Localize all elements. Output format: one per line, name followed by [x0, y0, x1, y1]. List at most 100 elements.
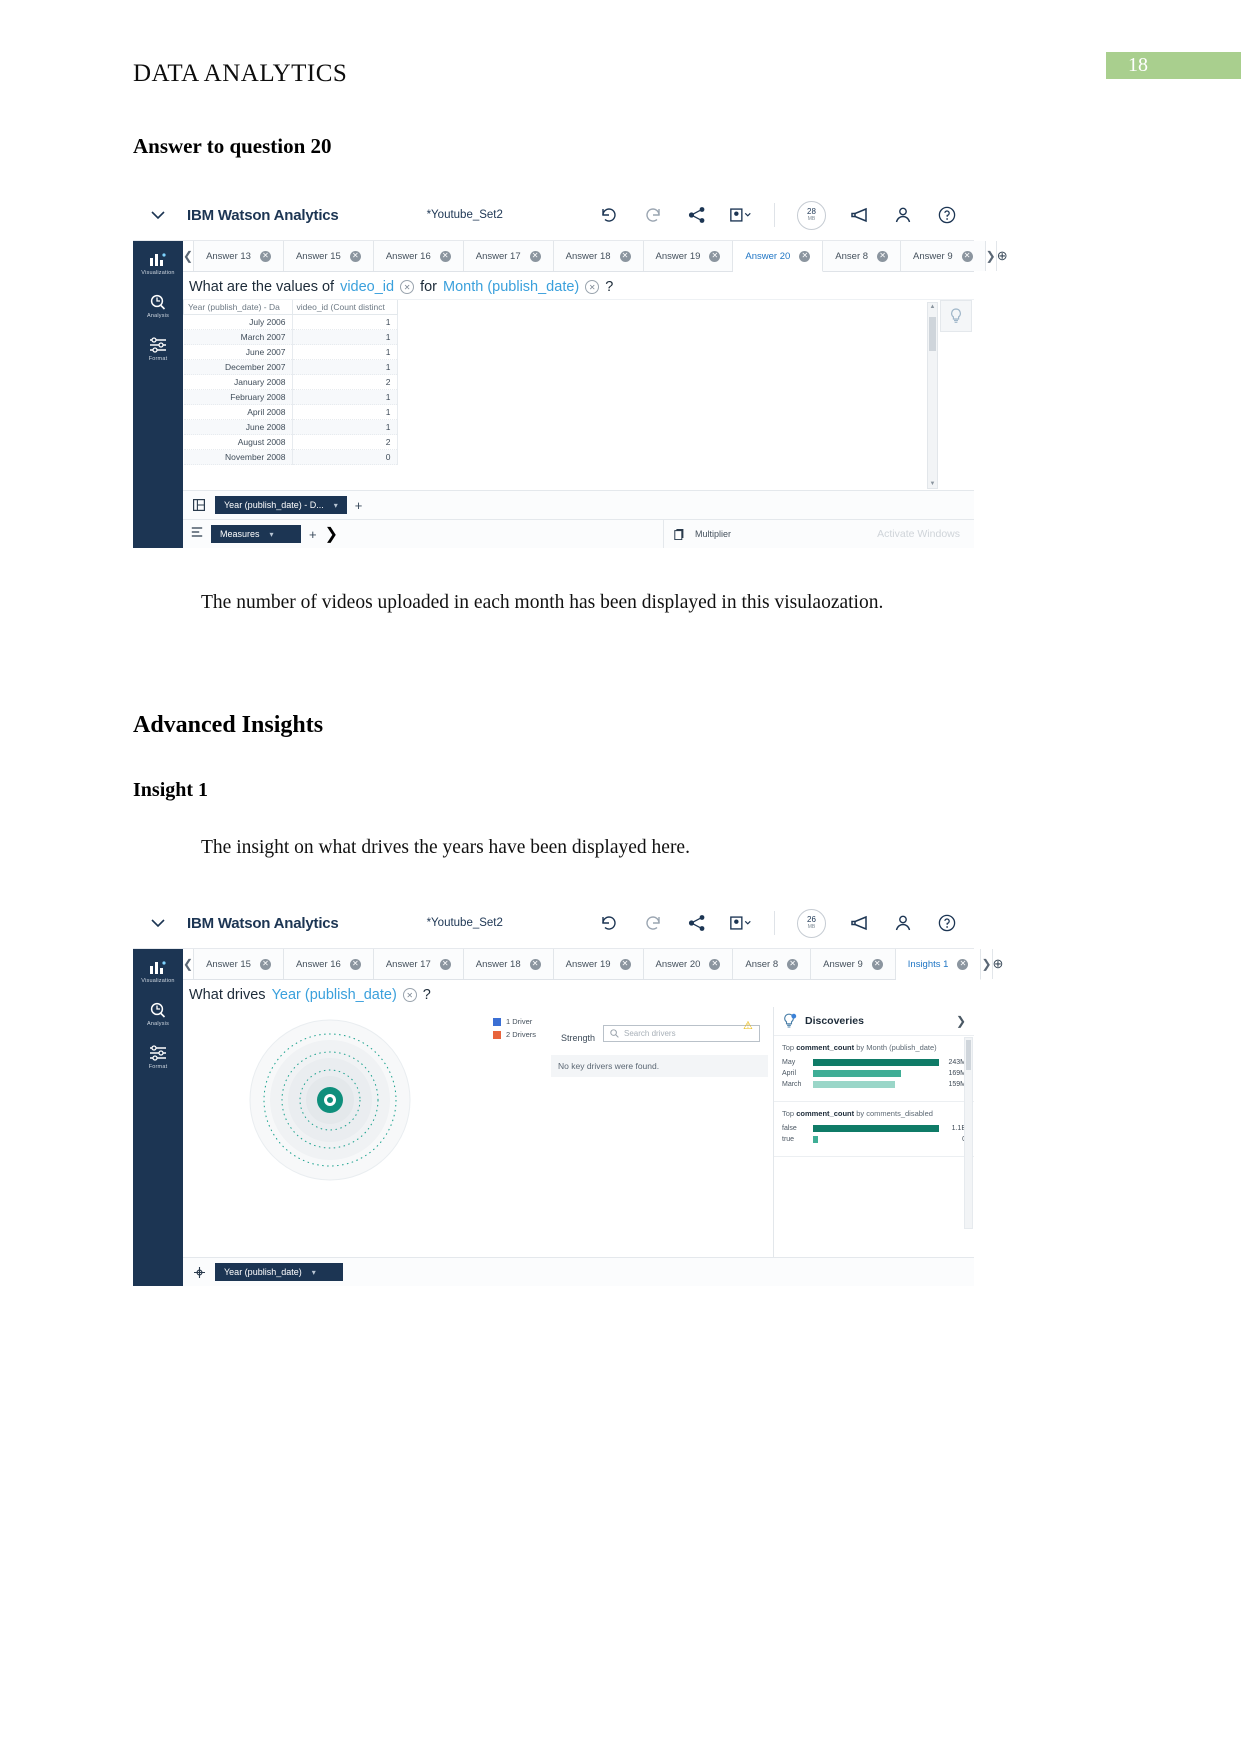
tab-answer-16[interactable]: Answer 16 ✕ [283, 949, 374, 979]
table-row[interactable]: February 2008 1 [183, 389, 398, 405]
discovery-card-month[interactable]: Top comment_count by Month (publish_date… [774, 1036, 974, 1103]
tabs-scroll-right-icon[interactable]: ❯ [981, 949, 993, 979]
tab-anser-8[interactable]: Anser 8 ✕ [733, 949, 812, 979]
remove-field-icon[interactable]: ✕ [585, 280, 600, 294]
tab-answer-20[interactable]: Answer 20 ✕ [733, 241, 824, 272]
scrollbar-thumb[interactable] [966, 1040, 971, 1070]
driver-radial-chart[interactable] [245, 1015, 415, 1185]
add-measure-icon[interactable]: + [309, 527, 317, 542]
tab-answer-18[interactable]: Answer 18 ✕ [553, 241, 644, 271]
tab-answer-19[interactable]: Answer 19 ✕ [553, 949, 644, 979]
discoveries-scrollbar[interactable] [964, 1037, 973, 1229]
redo-icon[interactable] [642, 912, 664, 934]
discovery-card-comments-disabled[interactable]: Top comment_count by comments_disabled f… [774, 1102, 974, 1158]
tab-anser-8[interactable]: Anser 8 ✕ [823, 241, 902, 271]
tab-answer-15[interactable]: Answer 15 ✕ [194, 949, 284, 979]
table-row[interactable]: March 2007 1 [183, 329, 398, 345]
close-icon[interactable]: ✕ [709, 250, 721, 262]
tab-answer-17[interactable]: Answer 17 ✕ [373, 949, 464, 979]
help-icon[interactable] [936, 912, 958, 934]
insight-bulb-icon[interactable] [940, 300, 972, 332]
tab-answer-17[interactable]: Answer 17 ✕ [463, 241, 554, 271]
add-tab-icon[interactable]: ⊕ [992, 949, 1004, 979]
close-icon[interactable]: ✕ [877, 250, 889, 262]
sidebar-item-analysis[interactable]: Analysis [133, 294, 183, 319]
megaphone-icon[interactable] [848, 912, 870, 934]
table-row[interactable]: June 2007 1 [183, 344, 398, 360]
table-vertical-scrollbar[interactable]: ▲ ▼ [927, 302, 938, 489]
chevron-down-icon[interactable] [133, 918, 183, 928]
close-icon[interactable]: ✕ [871, 958, 883, 970]
grid-icon[interactable] [191, 499, 207, 511]
scroll-down-icon[interactable]: ▼ [929, 481, 936, 487]
expand-right-icon[interactable]: ❯ [325, 524, 338, 544]
list-icon[interactable] [191, 525, 203, 543]
question-field-year[interactable]: Year (publish_date) [272, 987, 397, 1003]
table-row[interactable]: August 2008 2 [183, 434, 398, 450]
undo-icon[interactable] [598, 204, 620, 226]
user-icon[interactable] [892, 204, 914, 226]
close-icon[interactable]: ✕ [709, 958, 721, 970]
tab-answer-9[interactable]: Answer 9 ✕ [901, 241, 986, 271]
undo-icon[interactable] [598, 912, 620, 934]
close-icon[interactable]: ✕ [961, 250, 973, 262]
measures-chip[interactable]: Measures ▾ [211, 525, 301, 543]
tab-answer-19[interactable]: Answer 19 ✕ [643, 241, 734, 271]
megaphone-icon[interactable] [848, 204, 870, 226]
table-row[interactable]: July 2006 1 [183, 314, 398, 330]
tab-insights-1[interactable]: Insights 1 ✕ [895, 949, 982, 980]
sidebar-item-analysis[interactable]: Analysis [133, 1002, 183, 1027]
table-row[interactable]: November 2008 0 [183, 449, 398, 465]
close-icon[interactable]: ✕ [619, 958, 631, 970]
search-drivers-input[interactable]: Search drivers [603, 1025, 760, 1042]
close-icon[interactable]: ✕ [259, 958, 271, 970]
tab-answer-16[interactable]: Answer 16 ✕ [373, 241, 464, 271]
redo-icon[interactable] [642, 204, 664, 226]
tabs-scroll-left-icon[interactable]: ❮ [183, 241, 195, 271]
chevron-right-icon[interactable]: ❯ [956, 1014, 974, 1028]
tab-answer-15[interactable]: Answer 15 ✕ [283, 241, 374, 271]
table-row[interactable]: June 2008 1 [183, 419, 398, 435]
help-icon[interactable] [936, 204, 958, 226]
chevron-down-icon[interactable] [133, 210, 183, 220]
display-icon[interactable] [730, 912, 752, 934]
table-row[interactable]: January 2008 2 [183, 374, 398, 390]
close-icon[interactable]: ✕ [349, 250, 361, 262]
scrollbar-thumb[interactable] [929, 317, 936, 351]
display-icon[interactable] [730, 204, 752, 226]
close-icon[interactable]: ✕ [349, 958, 361, 970]
sidebar-item-visualization[interactable]: Visualization [133, 251, 183, 276]
target-icon[interactable] [191, 1266, 207, 1279]
close-icon[interactable]: ✕ [259, 250, 271, 262]
table-row[interactable]: December 2007 1 [183, 359, 398, 375]
close-icon[interactable]: ✕ [799, 250, 811, 262]
close-icon[interactable]: ✕ [529, 958, 541, 970]
chevron-down-icon[interactable]: ▾ [270, 530, 274, 539]
user-icon[interactable] [892, 912, 914, 934]
share-icon[interactable] [686, 912, 708, 934]
sidebar-item-format[interactable]: Format [133, 1045, 183, 1070]
add-tab-icon[interactable]: ⊕ [996, 241, 1008, 271]
warning-icon[interactable]: ⚠ [743, 1019, 753, 1032]
close-icon[interactable]: ✕ [529, 250, 541, 262]
close-icon[interactable]: ✕ [787, 958, 799, 970]
share-icon[interactable] [686, 204, 708, 226]
column-chip-year[interactable]: Year (publish_date) ▾ [215, 1263, 343, 1281]
tabs-scroll-right-icon[interactable]: ❯ [985, 241, 997, 271]
tabs-scroll-left-icon[interactable]: ❮ [183, 949, 195, 979]
scroll-up-icon[interactable]: ▲ [929, 304, 936, 310]
close-icon[interactable]: ✕ [439, 250, 451, 262]
table-row[interactable]: April 2008 1 [183, 404, 398, 420]
add-column-icon[interactable]: + [355, 498, 363, 513]
sidebar-item-format[interactable]: Format [133, 337, 183, 362]
column-chip-year[interactable]: Year (publish_date) - D... ▾ [215, 496, 347, 514]
chevron-down-icon[interactable]: ▾ [334, 501, 338, 510]
remove-field-icon[interactable]: ✕ [400, 280, 415, 294]
tab-answer-18[interactable]: Answer 18 ✕ [463, 949, 554, 979]
close-icon[interactable]: ✕ [439, 958, 451, 970]
question-field-video-id[interactable]: video_id [340, 279, 394, 295]
tab-answer-13[interactable]: Answer 13 ✕ [194, 241, 284, 271]
sidebar-item-visualization[interactable]: Visualization [133, 959, 183, 984]
close-icon[interactable]: ✕ [619, 250, 631, 262]
remove-field-icon[interactable]: ✕ [402, 988, 417, 1002]
